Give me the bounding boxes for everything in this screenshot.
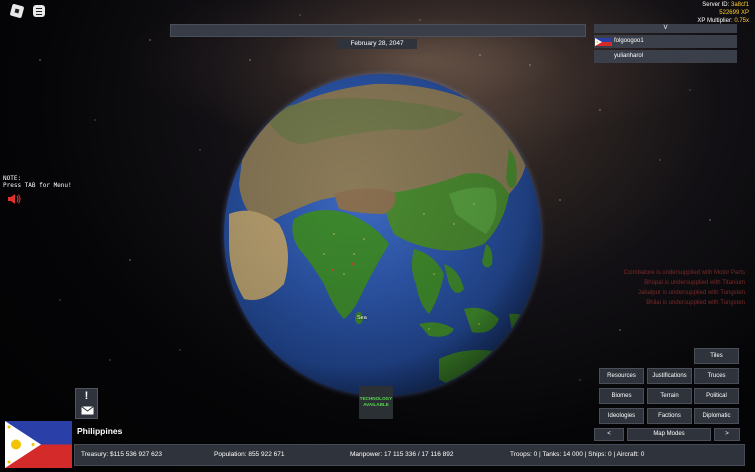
player-name: yulianharol — [614, 53, 644, 59]
political-button[interactable]: Political — [694, 388, 739, 404]
ideologies-button[interactable]: Ideologies — [599, 408, 644, 424]
treasury-stat: Treasury: $115 536 927 623 — [81, 451, 162, 458]
player-row[interactable]: yulianharol — [594, 50, 737, 63]
speaker-icon[interactable] — [7, 193, 21, 205]
notifications-button[interactable]: ! — [75, 388, 98, 419]
truces-button[interactable]: Truces — [694, 368, 739, 384]
chat-menu-icon[interactable] — [33, 5, 45, 17]
biomes-button[interactable]: Biomes — [599, 388, 644, 404]
player-list-toggle[interactable]: V — [594, 24, 737, 33]
xp-value: 522699 XP — [719, 10, 749, 16]
alert-icon: ! — [84, 390, 89, 402]
top-bar — [170, 24, 586, 37]
note-title: NOTE: — [3, 175, 22, 182]
player-row[interactable]: folgoogoo1 — [594, 35, 737, 48]
server-id-label: Server ID: — [702, 2, 730, 8]
envelope-icon — [81, 406, 94, 415]
country-name: Philippines — [77, 426, 123, 436]
supply-messages: Coimbatore is undersupplied with Motor P… — [624, 268, 745, 308]
country-flag[interactable] — [5, 421, 72, 468]
map-mode-prev-button[interactable]: < — [594, 428, 624, 441]
map-modes-label: Map Modes — [627, 428, 711, 441]
supply-message: Jabalpur is undersupplied with Tungsten — [637, 290, 745, 296]
technology-available-button[interactable]: TECHNOLOGY AVAILABLE — [359, 386, 393, 419]
note-text: Press TAB for Menu! — [3, 182, 72, 189]
factions-button[interactable]: Factions — [647, 408, 692, 424]
population-stat: Population: 855 922 671 — [214, 451, 285, 458]
supply-message: Bhopal is undersupplied with Titanium — [644, 280, 745, 286]
player-name: folgoogoo1 — [614, 38, 644, 44]
menu-note: NOTE: Press TAB for Menu! — [3, 175, 72, 189]
roblox-logo-icon[interactable] — [9, 3, 25, 19]
map-mode-next-button[interactable]: > — [714, 428, 740, 441]
server-id-value: 3a8cf1 — [730, 2, 749, 8]
diplomatic-button[interactable]: Diplomatic — [694, 408, 739, 424]
manpower-stat: Manpower: 17 115 336 / 17 116 892 — [350, 451, 454, 458]
justifications-button[interactable]: Justifications — [647, 368, 692, 384]
supply-message: Bhilai is undersupplied with Tungsten — [646, 300, 745, 306]
supply-message: Coimbatore is undersupplied with Motor P… — [623, 270, 745, 276]
stats-bar: Treasury: $115 536 927 623 Population: 8… — [74, 444, 745, 466]
server-info: Server ID: 3a8cf1 522699 XP XP Multiplie… — [697, 1, 749, 25]
tech-line-2: AVAILABLE — [363, 402, 389, 407]
military-stat: Troops: 0 | Tanks: 14 000 | Ships: 0 | A… — [510, 451, 645, 458]
game-date: February 28, 2047 — [337, 39, 417, 49]
sea-label: Sea — [357, 315, 367, 321]
philippines-flag-icon — [595, 38, 612, 46]
resources-button[interactable]: Resources — [599, 368, 644, 384]
terrain-button[interactable]: Terrain — [647, 388, 692, 404]
world-globe[interactable] — [224, 74, 541, 396]
tiles-button[interactable]: Tiles — [694, 348, 739, 364]
